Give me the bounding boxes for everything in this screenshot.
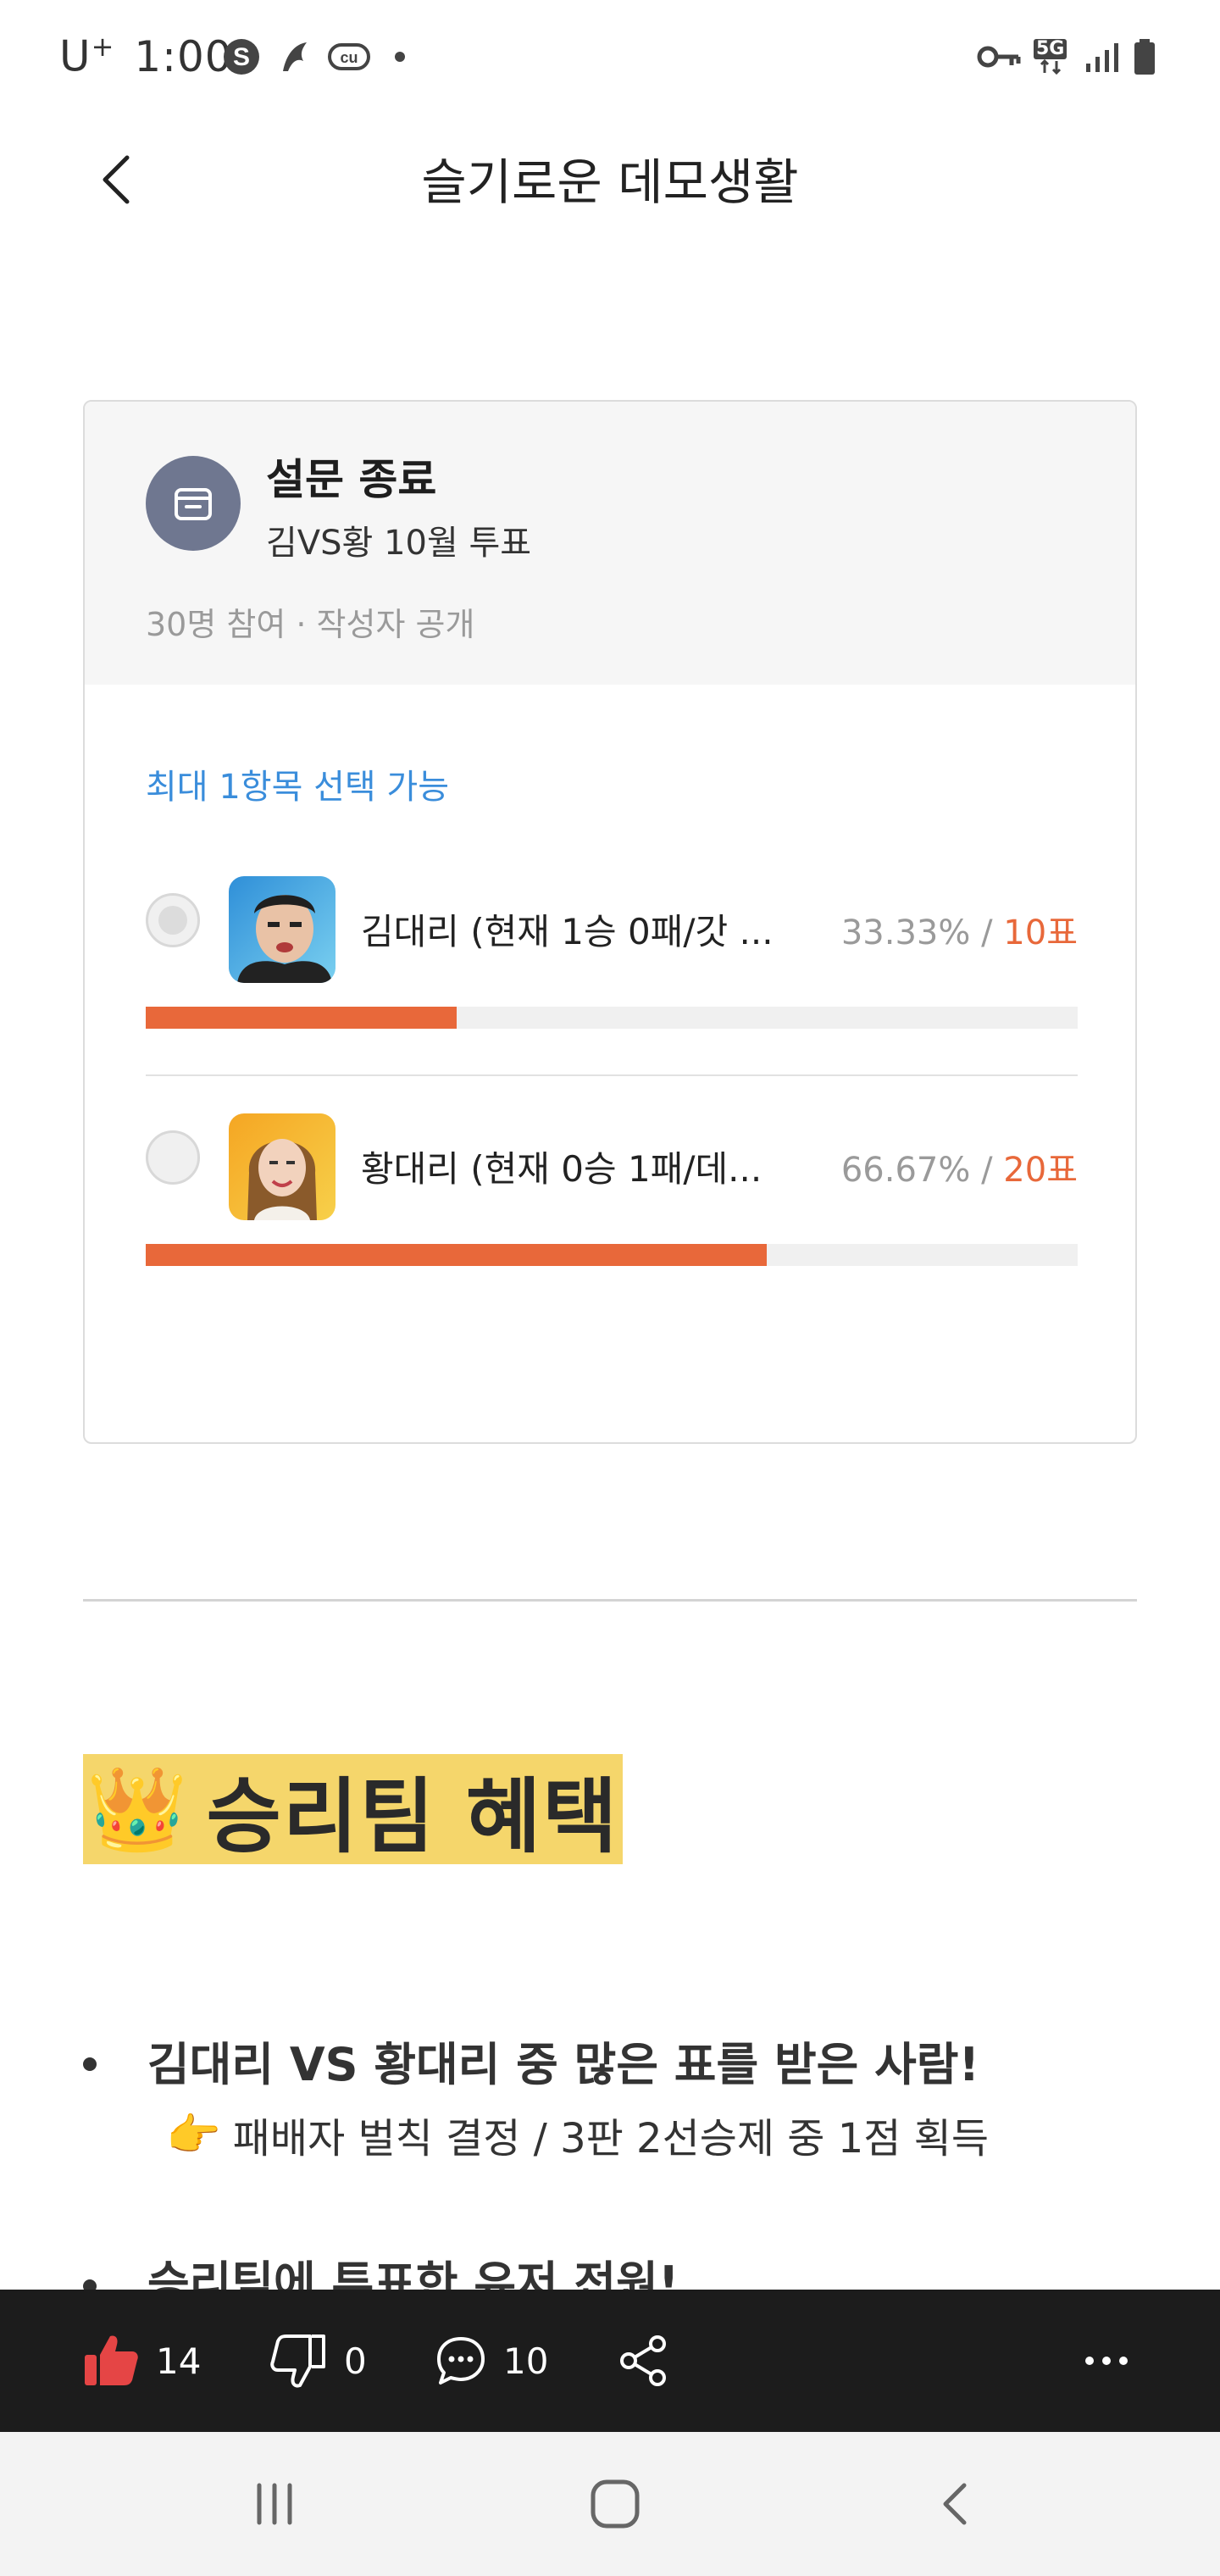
- dislike-button[interactable]: 0: [269, 2290, 367, 2432]
- battery-icon: [1132, 37, 1157, 76]
- benefit-heading: 👑 승리팀 혜택: [83, 1754, 623, 1864]
- option-radio[interactable]: [146, 1130, 200, 1185]
- poll-card: 설문 종료 김VS황 10월 투표 30명 참여 · 작성자 공개 최대 1항목…: [83, 400, 1137, 1444]
- s-app-icon: S: [222, 37, 261, 76]
- bullet-dot: [83, 2057, 97, 2071]
- comment-button[interactable]: 10: [434, 2290, 548, 2432]
- poll-option[interactable]: 황대리 (현재 0승 1패/데... 66.67% / 20표: [85, 1113, 1135, 1266]
- poll-header: 설문 종료 김VS황 10월 투표 30명 참여 · 작성자 공개: [85, 402, 1135, 685]
- like-count: 14: [156, 2340, 202, 2382]
- status-time: 1:00: [134, 31, 233, 81]
- bullet-subtext: 👉 패배자 벌칙 결정 / 3판 2선승제 중 1점 획득: [166, 2109, 990, 2163]
- option-progress-bar: [146, 1244, 1078, 1266]
- thumbs-up-icon: [85, 2335, 138, 2385]
- svg-text:cu: cu: [340, 49, 358, 66]
- dislike-count: 0: [344, 2340, 367, 2382]
- recent-apps-icon: [257, 2483, 292, 2525]
- crown-icon: 👑: [86, 1762, 188, 1857]
- bird-icon: [278, 37, 312, 76]
- option-radio[interactable]: [146, 893, 200, 947]
- option-divider: [146, 1074, 1078, 1076]
- thumbs-down-icon: [270, 2334, 325, 2388]
- more-dots-icon: [1085, 2357, 1128, 2365]
- benefit-heading-text: 승리팀 혜택: [206, 1768, 619, 1864]
- share-icon: [620, 2335, 666, 2386]
- home-icon: [591, 2479, 640, 2529]
- archive-box-icon: [146, 456, 241, 551]
- more-button[interactable]: [1081, 2290, 1132, 2432]
- bullet-text: 김대리 VS 황대리 중 많은 표를 받은 사람!: [147, 2038, 980, 2091]
- notification-dot-icon: [395, 37, 405, 76]
- poll-status: 설문 종료: [266, 455, 437, 504]
- network-5g-icon: 5G: [1034, 37, 1068, 76]
- poll-hint: 최대 1항목 선택 가능: [146, 768, 449, 807]
- poll-subtitle: 김VS황 10월 투표: [266, 524, 532, 563]
- option-progress-fill: [146, 1244, 768, 1266]
- share-button[interactable]: [618, 2290, 669, 2432]
- option-label: 김대리 (현재 1승 0패/갓 ...: [361, 911, 774, 952]
- comment-count: 10: [503, 2340, 549, 2382]
- option-result: 66.67% / 20표: [840, 1151, 1078, 1190]
- svg-text:S: S: [233, 43, 250, 71]
- option-progress-fill: [146, 1007, 457, 1029]
- pointing-hand-icon: 👉: [166, 2109, 221, 2161]
- poll-option[interactable]: 김대리 (현재 1승 0패/갓 ... 33.33% / 10표: [85, 876, 1135, 1029]
- system-navigation-bar: [0, 2432, 1220, 2576]
- system-back-button[interactable]: [890, 2432, 1025, 2576]
- cu-app-icon: cu: [327, 37, 371, 76]
- vpn-key-icon: [976, 37, 1022, 76]
- option-label: 황대리 (현재 0승 1패/데...: [361, 1148, 762, 1190]
- option-progress-bar: [146, 1007, 1078, 1029]
- option-avatar: [229, 1113, 336, 1220]
- status-bar: U+ 1:00 S cu 5G: [0, 0, 1220, 119]
- page-title: 슬기로운 데모생활: [421, 153, 799, 211]
- poll-meta: 30명 참여 · 작성자 공개: [146, 606, 475, 643]
- recent-apps-button[interactable]: [207, 2432, 342, 2576]
- section-divider: [83, 1599, 1137, 1602]
- signal-icon: [1084, 37, 1122, 76]
- option-avatar: [229, 876, 336, 983]
- like-button[interactable]: 14: [81, 2290, 201, 2432]
- comment-bubble-icon: [437, 2337, 485, 2384]
- option-result: 33.33% / 10표: [840, 913, 1078, 952]
- action-bar: 14 0 10: [0, 2290, 1220, 2432]
- chevron-left-icon: [943, 2483, 967, 2525]
- home-button[interactable]: [547, 2432, 683, 2576]
- carrier-label: U+ 1:00: [59, 31, 233, 81]
